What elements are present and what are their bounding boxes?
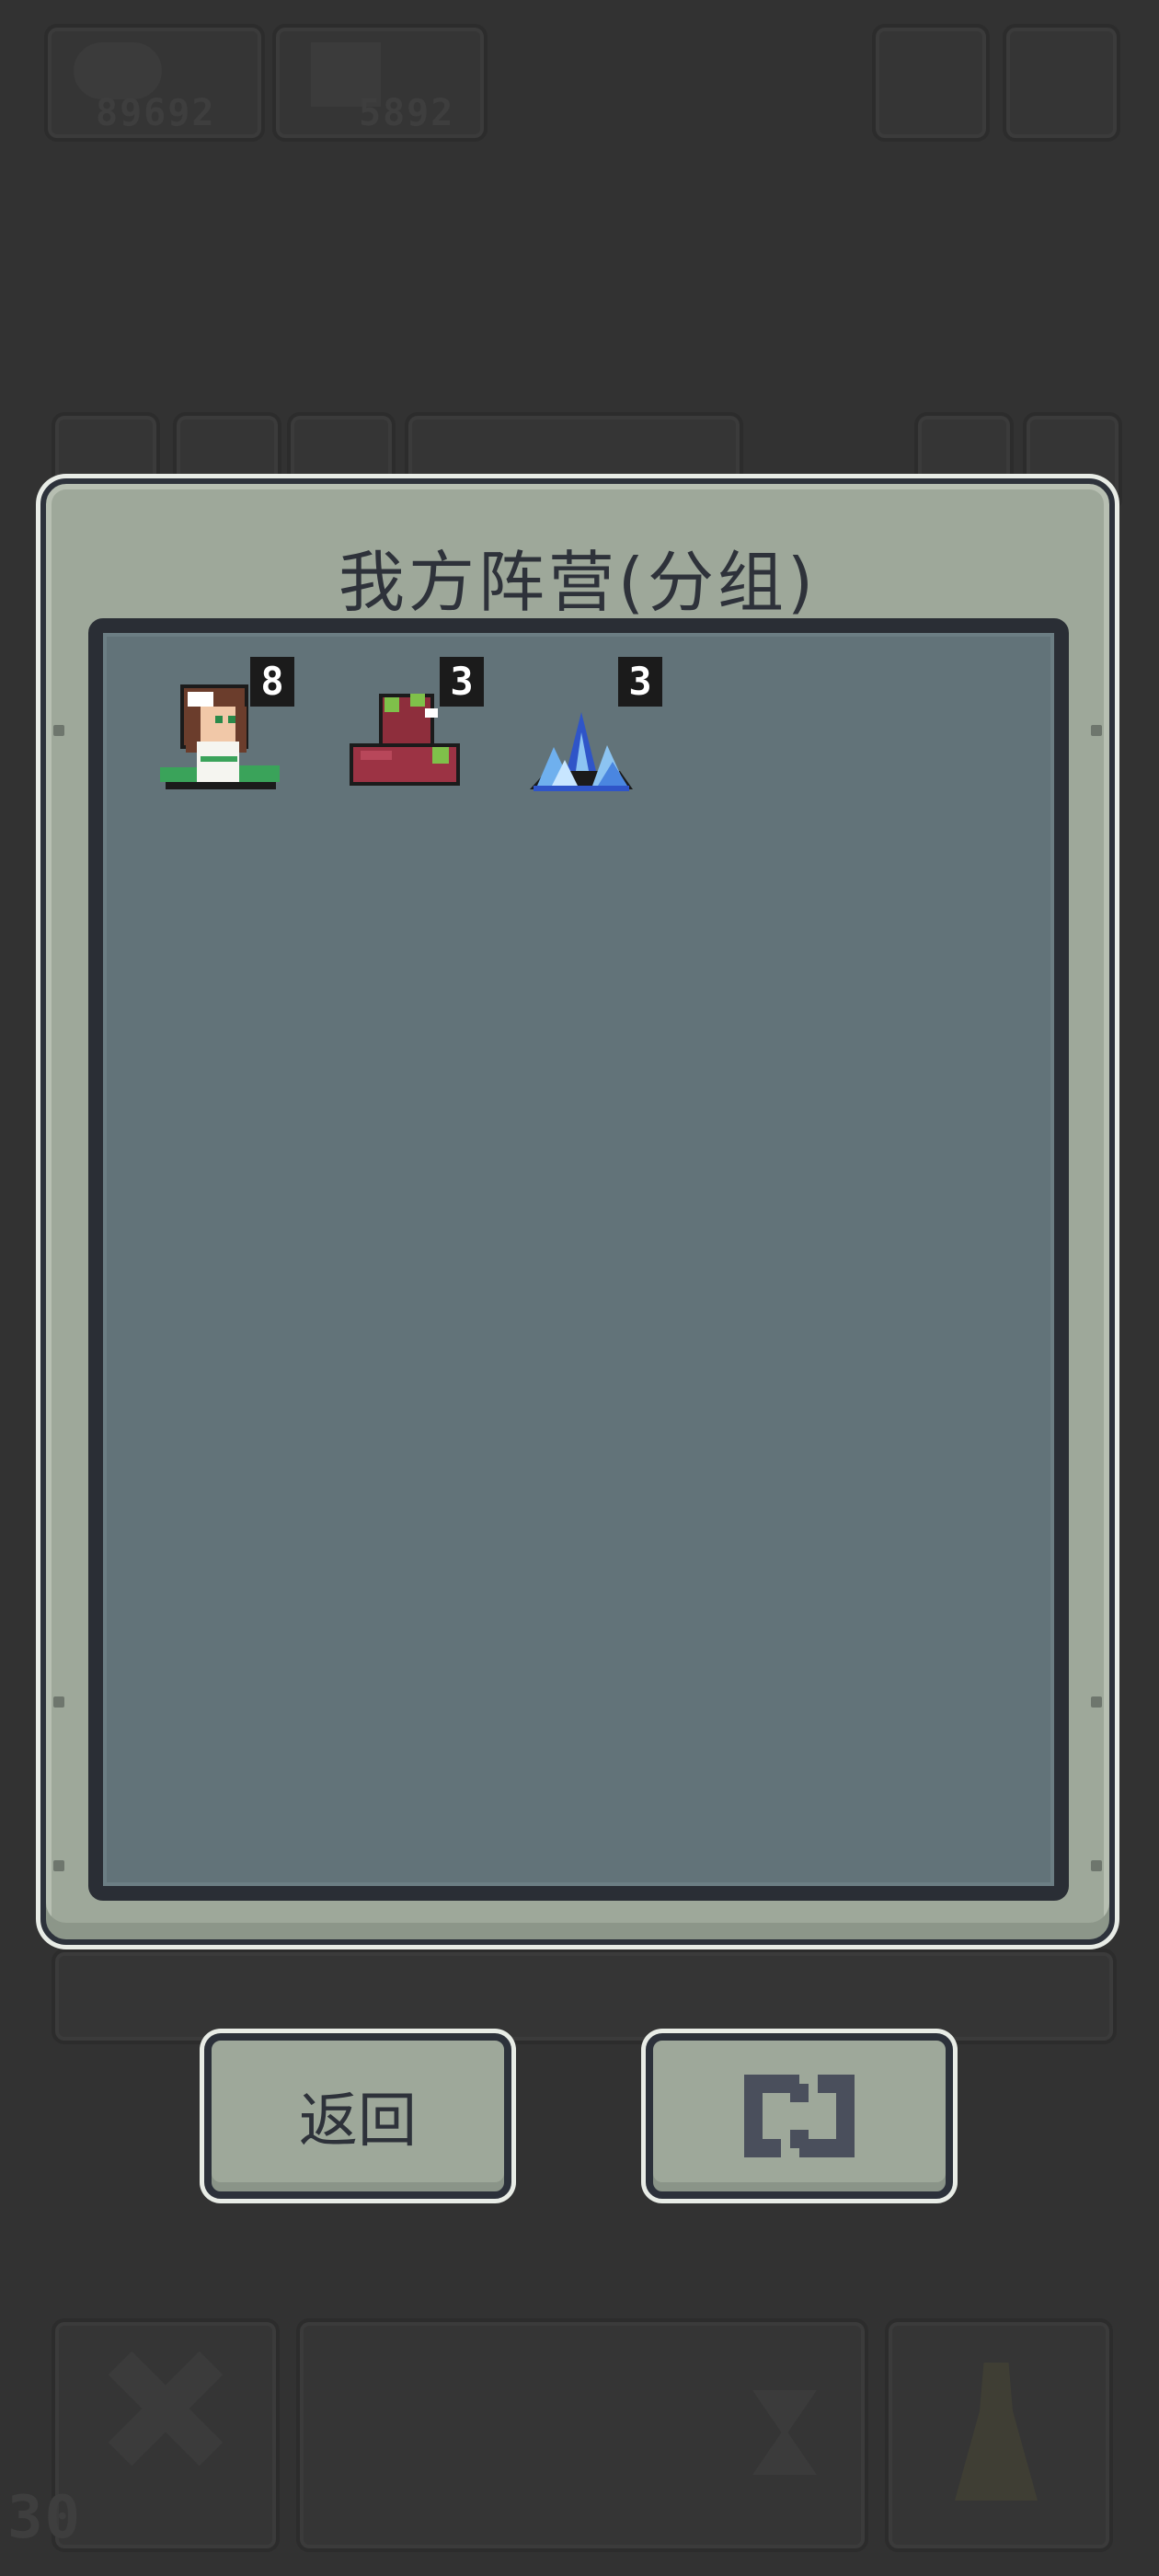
- panel-title: 我方阵营(分组): [338, 544, 818, 621]
- unit-count-badge: 8: [250, 657, 294, 707]
- rivet: [1091, 1860, 1102, 1871]
- refresh-icon: [744, 2075, 855, 2157]
- bottom-strip: [52, 1949, 1117, 2044]
- refresh-button[interactable]: [646, 2033, 953, 2199]
- unit-card-red-slime[interactable]: 3: [333, 657, 489, 813]
- faction-panel: 我方阵营(分组) 8 3 3: [40, 478, 1115, 1945]
- bottom-left-button: [52, 2318, 280, 2552]
- bottom-counter: 30: [7, 2484, 83, 2552]
- leaf-icon: [74, 42, 162, 99]
- unit-card-girl[interactable]: 8: [143, 657, 300, 813]
- top-right-button-1: [872, 24, 990, 142]
- unit-card-ice-crystal[interactable]: 3: [511, 657, 668, 813]
- rivet: [53, 725, 64, 736]
- resource-1-value: 89692: [96, 92, 216, 134]
- back-button[interactable]: 返回: [204, 2033, 511, 2199]
- unit-count-badge: 3: [618, 657, 662, 707]
- unit-list-area: 8 3 3: [88, 618, 1069, 1901]
- top-right-button-2: [1003, 24, 1120, 142]
- rivet: [53, 1860, 64, 1871]
- rivet: [1091, 725, 1102, 736]
- rivet: [1091, 1696, 1102, 1708]
- resource-2-value: 5892: [359, 92, 455, 134]
- rivet: [53, 1696, 64, 1708]
- unit-count-badge: 3: [440, 657, 484, 707]
